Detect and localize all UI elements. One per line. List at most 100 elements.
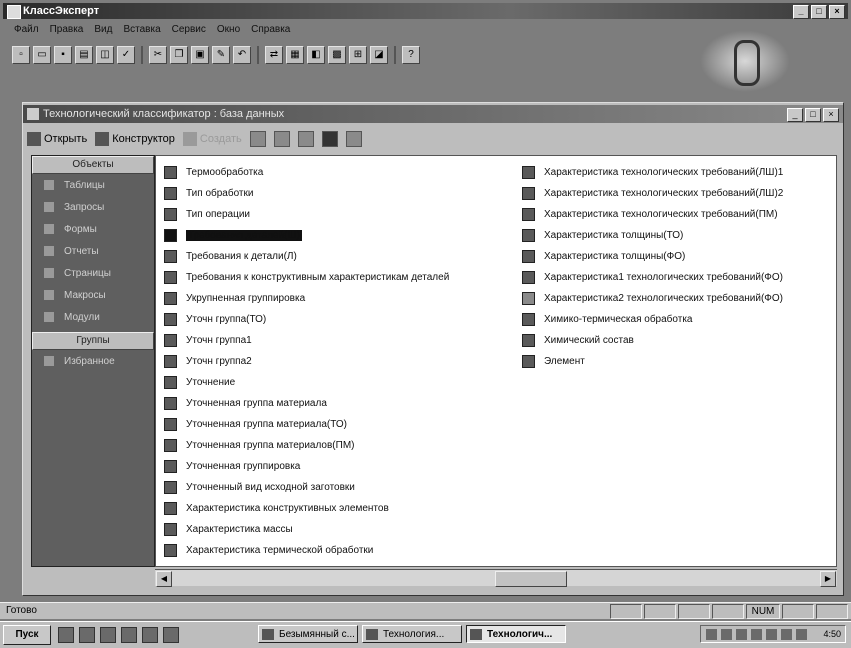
media-icon[interactable] (142, 627, 158, 643)
list-item[interactable]: Тип операции (164, 204, 449, 225)
list-item[interactable]: Характеристика толщины(ТО) (522, 225, 783, 246)
groups-header[interactable]: Группы (32, 332, 154, 350)
open-object-button[interactable]: Открыть (27, 132, 87, 146)
properties-icon[interactable]: ▩ (328, 46, 346, 64)
objects-header[interactable]: Объекты (32, 156, 154, 174)
save-icon[interactable]: ▪ (54, 46, 72, 64)
list-item[interactable]: Характеристика конструктивных элементов (164, 498, 449, 519)
taskbar-task-active[interactable]: Технологич... (466, 625, 566, 643)
menu-view[interactable]: Вид (94, 24, 112, 38)
sidebar-item-macros[interactable]: Макросы (32, 284, 154, 306)
list-item[interactable]: Укрупненная группировка (164, 288, 449, 309)
menu-edit[interactable]: Правка (50, 24, 84, 38)
design-button[interactable]: Конструктор (95, 132, 175, 146)
list-item[interactable]: Уточненная группировка (164, 456, 449, 477)
sidebar-item-queries[interactable]: Запросы (32, 196, 154, 218)
tray-icon[interactable] (706, 628, 717, 640)
list-item[interactable]: Характеристика1 технологических требован… (522, 267, 783, 288)
menu-help[interactable]: Справка (251, 24, 290, 38)
list-view-icon[interactable] (321, 131, 338, 147)
details-view-icon[interactable] (345, 131, 362, 147)
new-icon[interactable]: ▫ (12, 46, 30, 64)
list-item[interactable]: Химико-термическая обработка (522, 309, 783, 330)
mail-icon[interactable] (100, 627, 116, 643)
list-item[interactable]: Уточн группа2 (164, 351, 449, 372)
cut-icon[interactable]: ✂ (149, 46, 167, 64)
links-icon[interactable]: ⇄ (265, 46, 283, 64)
taskbar-task[interactable]: Безымянный с... (258, 625, 358, 643)
close-button[interactable]: × (829, 5, 845, 19)
db-close-button[interactable]: × (823, 108, 839, 122)
sidebar-item-forms[interactable]: Формы (32, 218, 154, 240)
list-item[interactable]: Элемент (522, 351, 783, 372)
list-item[interactable]: Требования к детали(Л) (164, 246, 449, 267)
list-item[interactable]: Требования к конструктивным характеристи… (164, 267, 449, 288)
list-item[interactable]: Уточненная группа материалов(ПМ) (164, 435, 449, 456)
list-item[interactable]: Тип обработки (164, 183, 449, 204)
scroll-right-icon[interactable]: ▶ (820, 571, 836, 587)
print-icon[interactable]: ▤ (75, 46, 93, 64)
list-item[interactable]: Характеристика технологических требовани… (522, 204, 783, 225)
list-item[interactable]: Уточненная группа материала(ТО) (164, 414, 449, 435)
spell-icon[interactable]: ✓ (117, 46, 135, 64)
sidebar-item-pages[interactable]: Страницы (32, 262, 154, 284)
paste-icon[interactable]: ▣ (191, 46, 209, 64)
desktop-icon[interactable] (58, 627, 74, 643)
menu-tools[interactable]: Сервис (172, 24, 206, 38)
list-item[interactable]: Характеристика технологических требовани… (522, 162, 783, 183)
sidebar-item-reports[interactable]: Отчеты (32, 240, 154, 262)
db-maximize-button[interactable]: □ (805, 108, 821, 122)
app-shortcut-icon[interactable] (163, 627, 179, 643)
code-icon[interactable]: ◧ (307, 46, 325, 64)
sidebar-item-favorites[interactable]: Избранное (32, 350, 154, 372)
preview-icon[interactable]: ◫ (96, 46, 114, 64)
tray-icon[interactable] (766, 628, 777, 640)
scroll-left-icon[interactable]: ◀ (156, 571, 172, 587)
list-item[interactable]: Уточнение (164, 372, 449, 393)
list-item[interactable]: Характеристика2 технологических требован… (522, 288, 783, 309)
create-button[interactable]: Создать (182, 132, 242, 146)
list-item[interactable]: Химический состав (522, 330, 783, 351)
delete-icon[interactable] (249, 131, 266, 147)
list-item[interactable]: Уточненная группа материала (164, 393, 449, 414)
undo-icon[interactable]: ↶ (233, 46, 251, 64)
list-item[interactable]: Термообработка (164, 162, 449, 183)
small-icons-icon[interactable] (297, 131, 314, 147)
clock[interactable]: 4:50 (823, 629, 841, 639)
horizontal-scrollbar[interactable]: ◀ ▶ (155, 569, 837, 587)
list-item[interactable]: Характеристика массы (164, 519, 449, 540)
open-icon[interactable]: ▭ (33, 46, 51, 64)
format-painter-icon[interactable]: ✎ (212, 46, 230, 64)
list-item-selected[interactable]: Требования деталей(Ш) (164, 225, 449, 246)
list-item[interactable]: Характеристика толщины(ФО) (522, 246, 783, 267)
relationships-icon[interactable]: ⊞ (349, 46, 367, 64)
analyze-icon[interactable]: ▦ (286, 46, 304, 64)
list-item[interactable]: Уточн группа(ТО) (164, 309, 449, 330)
maximize-button[interactable]: □ (811, 5, 827, 19)
large-icons-icon[interactable] (273, 131, 290, 147)
sidebar-item-tables[interactable]: Таблицы (32, 174, 154, 196)
copy-icon[interactable]: ❐ (170, 46, 188, 64)
tray-icon[interactable] (781, 628, 792, 640)
list-item[interactable]: Характеристика термической обработки (164, 540, 449, 561)
menu-insert[interactable]: Вставка (123, 24, 160, 38)
tray-icon[interactable] (796, 628, 807, 640)
menu-window[interactable]: Окно (217, 24, 240, 38)
tray-icon[interactable] (751, 628, 762, 640)
sidebar-item-modules[interactable]: Модули (32, 306, 154, 328)
list-item[interactable]: Характеристика технологических требовани… (522, 183, 783, 204)
menu-file[interactable]: Файл (14, 24, 39, 38)
new-object-icon[interactable]: ◪ (370, 46, 388, 64)
channels-icon[interactable] (121, 627, 137, 643)
list-item[interactable]: Уточн группа1 (164, 330, 449, 351)
minimize-button[interactable]: _ (793, 5, 809, 19)
help-icon[interactable]: ? (402, 46, 420, 64)
taskbar-task[interactable]: Технология... (362, 625, 462, 643)
scroll-thumb[interactable] (495, 571, 567, 587)
start-button[interactable]: Пуск (3, 625, 51, 645)
list-item[interactable]: Уточненный вид исходной заготовки (164, 477, 449, 498)
tray-icon[interactable] (736, 628, 747, 640)
office-assistant[interactable] (700, 30, 790, 92)
tray-icon[interactable] (721, 628, 732, 640)
browser-icon[interactable] (79, 627, 95, 643)
